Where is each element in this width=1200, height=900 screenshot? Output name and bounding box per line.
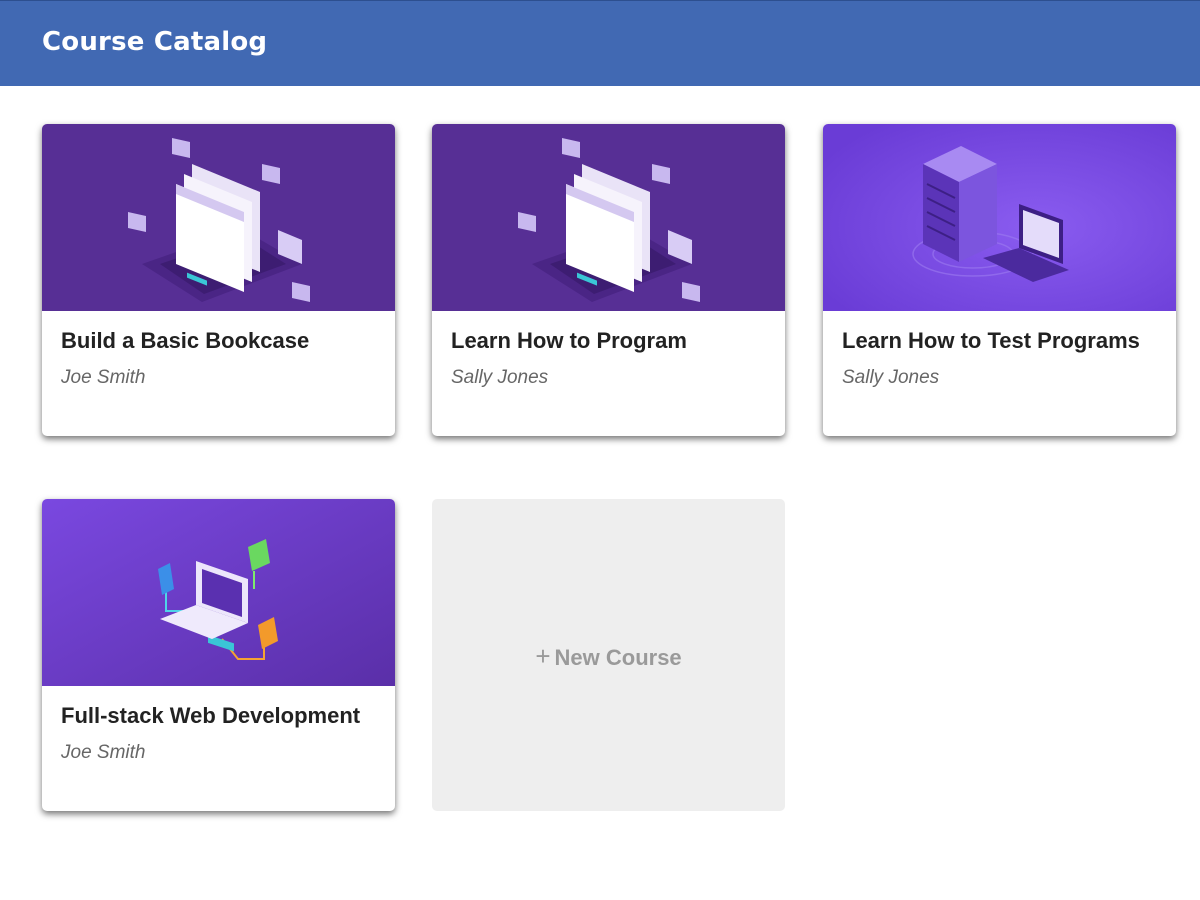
course-card-learn-how-to-test-programs[interactable]: Learn How to Test Programs Sally Jones (823, 124, 1176, 436)
course-author: Sally Jones (451, 367, 549, 388)
laptop-network-illustration (42, 499, 395, 686)
laptop-windows-envelopes-illustration (42, 124, 395, 311)
plus-icon: + (535, 641, 551, 671)
laptop-windows-envelopes-illustration (432, 124, 785, 311)
new-course-button[interactable]: + New Course (432, 499, 785, 811)
course-title: Full-stack Web Development (61, 703, 361, 728)
server-laptop-illustration (823, 124, 1176, 311)
course-card-build-a-basic-bookcase[interactable]: Build a Basic Bookcase Joe Smith (42, 124, 395, 436)
course-author: Joe Smith (61, 367, 146, 388)
new-course-label-wrap: + New Course (432, 641, 785, 672)
course-card-full-stack-web-development[interactable]: Full-stack Web Development Joe Smith (42, 499, 395, 811)
course-author: Sally Jones (842, 367, 940, 388)
course-title: Learn How to Test Programs (842, 328, 1140, 353)
page-title: Course Catalog (42, 27, 268, 57)
course-title: Build a Basic Bookcase (61, 328, 310, 353)
app-header: Course Catalog (0, 0, 1200, 86)
course-author: Joe Smith (61, 742, 146, 763)
new-course-label: New Course (554, 645, 682, 670)
course-title: Learn How to Program (451, 328, 687, 353)
course-card-learn-how-to-program[interactable]: Learn How to Program Sally Jones (432, 124, 785, 436)
